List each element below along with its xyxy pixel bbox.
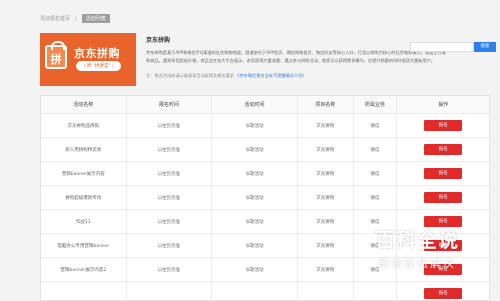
jd-pingou-banner: 拼 京东拼购 （ 原 "拼便宜" ） [40,33,136,86]
breadcrumb-current[interactable]: 活动列表 [81,14,110,23]
project-name-cell: 京东拼购 [298,186,354,209]
header-activity-name: 活动名称 [41,96,127,113]
breadcrumb-separator: | [75,15,77,22]
signup-button[interactable]: 报名 [424,288,463,299]
note-link[interactable]: 《京东微信报名会有不提醒情况介绍》 [235,73,306,78]
activity-name-cell: 营销banner展示内容2 [41,258,127,281]
watermark: 百科全说 助你轻松解决 [362,224,472,271]
signup-time-cell: 以往历为准 [127,234,213,257]
project-name-cell: 京东拼购 [298,114,354,137]
table-row: 营销banner展示内容 以往历为准 长期活动 京东拼购 微信 报名 [41,162,489,186]
operation-cell: 报名 [397,282,489,300]
activity-name-cell: 电脑办公专用营销banner [41,234,127,257]
business-cell: 微信 [354,138,398,161]
header-signup-time: 报名时间 [127,96,213,113]
header-project-name: 项目名称 [298,96,354,113]
activity-time-cell: 长期活动 [212,162,298,185]
activity-name-cell: 京东拼购品牌街 [41,114,127,137]
activity-time-cell: 长期活动 [212,186,298,209]
signup-time-cell: 以往历为准 [127,210,213,233]
signup-button[interactable]: 报名 [424,120,463,131]
breadcrumb: 活动报名首页 | 活动列表 [40,14,110,23]
business-cell: 微信 [354,114,398,137]
activity-name-cell: 作战11 [41,210,127,233]
table-row: 新人用拼购特卖周 以往历为准 长期活动 京东拼购 微信 报名 [41,138,489,162]
intro-text: 京东拼购是基于APP和微信手Q渠道的社交购物频道，频道依托于APP首页、微信购物… [146,50,446,63]
intro-note: 注：报名活动前请认真阅读活动说明及报名要求 《京东微信报名会有不提醒情况介绍》 [146,73,307,79]
table-row: 拼购超级爆款专场 以往历为准 长期活动 京东拼购 微信 报名 [41,186,489,210]
signup-time-cell [127,282,213,300]
operation-cell: 报名 [397,138,489,161]
table-row: 报名 [41,282,489,300]
banner-title: 京东拼购 [74,47,120,60]
watermark-subtitle: 助你轻松解决 [378,257,456,270]
operation-cell: 报名 [397,162,489,185]
project-name-cell: 京东拼购 [298,138,354,161]
header-activity-time: 活动时间 [212,96,298,113]
watermark-title: 百科全说 [375,228,459,252]
activity-name-cell: 拼购超级爆款专场 [41,186,127,209]
header-operation: 操作 [438,102,449,108]
operation-cell: 报名 [397,186,489,209]
signup-button[interactable]: 报名 [424,168,463,179]
table-row: 京东拼购品牌街 以往历为准 长期活动 京东拼购 微信 报名 [41,114,489,138]
project-name-cell: 京东拼购 [298,234,354,257]
business-cell [354,282,398,300]
activity-time-cell: 长期活动 [212,234,298,257]
signup-time-cell: 以往历为准 [127,186,213,209]
project-name-cell [298,282,354,300]
header-business: 所属业务 [354,96,398,113]
business-cell: 微信 [354,186,398,209]
banner-tagline: （ 原 "拼便宜" ） [76,61,122,71]
signup-button[interactable]: 报名 [424,144,463,155]
signup-button[interactable]: 报名 [424,192,463,203]
activity-time-cell: 长期活动 [212,210,298,233]
shopping-bag-logo-icon: 拼 [45,41,67,69]
operation-cell: 报名 [397,114,489,137]
table-header: 活动名称 报名时间 活动时间 项目名称 所属业务 操作 [41,96,489,114]
project-name-cell: 京东拼购 [298,210,354,233]
signup-time-cell: 以往历为准 [127,138,213,161]
activity-time-cell: 长期活动 [212,114,298,137]
signup-time-cell: 以往历为准 [127,114,213,137]
activity-name-cell [41,282,127,300]
activity-name-cell: 新人用拼购特卖周 [41,138,127,161]
activity-name-cell: 营销banner展示内容 [41,162,127,185]
business-cell: 微信 [354,162,398,185]
signup-time-cell: 以往历为准 [127,258,213,281]
activity-time-cell [212,282,298,300]
project-name-cell: 京东拼购 [298,258,354,281]
signup-time-cell: 以往历为准 [127,162,213,185]
search-input[interactable] [410,42,474,52]
activity-time-cell: 长期活动 [212,138,298,161]
project-name-cell: 京东拼购 [298,162,354,185]
breadcrumb-home[interactable]: 活动报名首页 [40,15,70,22]
logo-char: 拼 [50,53,62,66]
search-button[interactable]: 搜索 [474,42,496,52]
intro-title: 京东拼购 [146,37,171,44]
note-text: 注：报名活动前请认真阅读活动说明及报名要求 [146,73,234,78]
activity-time-cell: 长期活动 [212,258,298,281]
intro-section: 京东拼购 京东拼购是基于APP和微信手Q渠道的社交购物频道，频道依托于APP首页… [146,35,446,65]
